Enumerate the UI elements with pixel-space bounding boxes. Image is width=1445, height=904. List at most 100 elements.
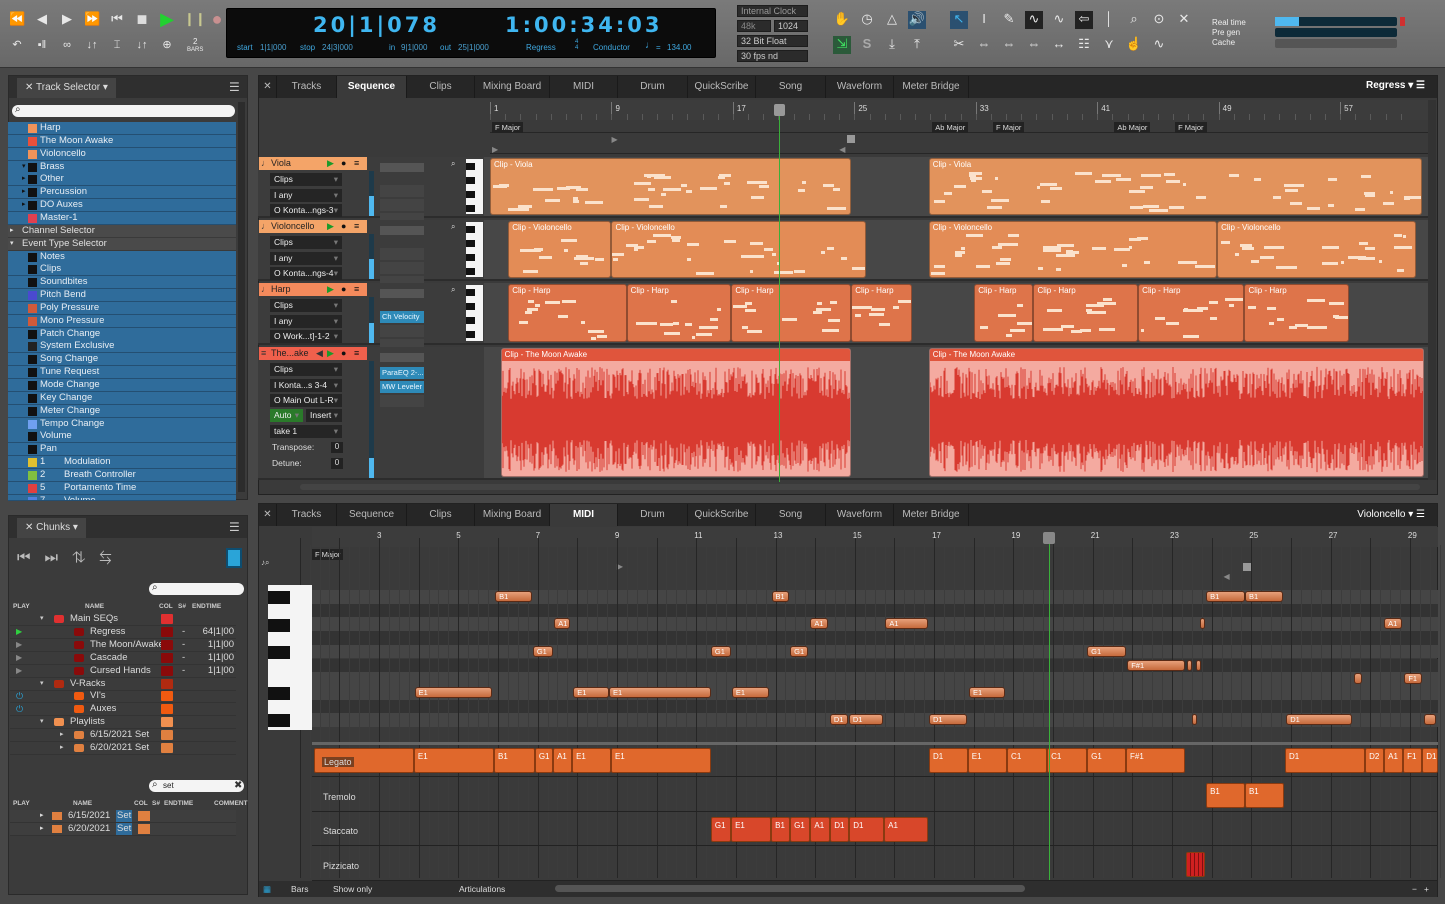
articulation-name[interactable]: Staccato bbox=[323, 826, 358, 836]
midi-note[interactable] bbox=[1199, 618, 1205, 630]
track-setting-menu[interactable]: I any bbox=[270, 314, 342, 328]
tempo-value[interactable]: 134.00 bbox=[667, 43, 691, 52]
track-menu-icon[interactable]: ≡ bbox=[354, 220, 359, 233]
clip[interactable]: Clip - Viola bbox=[490, 158, 852, 215]
midi-note[interactable]: A1 bbox=[885, 618, 929, 630]
empty-plugin-slot[interactable] bbox=[380, 185, 424, 197]
keyswitch-block[interactable]: A1 bbox=[810, 817, 831, 842]
power-icon[interactable]: ⏻ bbox=[16, 703, 23, 715]
tab-tracks[interactable]: Tracks bbox=[277, 504, 337, 526]
track-setting-menu[interactable]: O Main Out L-R bbox=[270, 394, 342, 407]
tab-midi[interactable]: MIDI bbox=[550, 504, 618, 526]
tab-clips[interactable]: Clips bbox=[407, 76, 475, 98]
track-setting-menu[interactable]: O Work...t]-1-2 bbox=[270, 330, 342, 343]
column-header[interactable]: ENDTIME bbox=[192, 603, 221, 610]
tab-waveform[interactable]: Waveform bbox=[826, 76, 894, 98]
lane-menu[interactable]: Articulations bbox=[459, 881, 505, 897]
midi-note[interactable]: A1 bbox=[1384, 618, 1402, 630]
empty-plugin-slot[interactable] bbox=[380, 395, 424, 407]
punch-icon[interactable]: ⌶ bbox=[109, 37, 125, 53]
metronome-icon[interactable]: △ bbox=[883, 11, 901, 29]
clock-icon[interactable]: ◷ bbox=[858, 11, 876, 29]
chunk-row[interactable]: ⏻ VI's bbox=[10, 690, 236, 704]
keyswitch-block[interactable]: F#1 bbox=[1126, 748, 1186, 773]
track-item[interactable]: Harp bbox=[8, 122, 236, 135]
chunk-row[interactable]: ⏻ Auxes bbox=[10, 703, 236, 717]
midi-note[interactable]: F1 bbox=[1404, 673, 1422, 685]
midi-note[interactable]: E1 bbox=[573, 686, 609, 698]
loop-icon[interactable]: ∞ bbox=[59, 37, 75, 53]
tab-midi[interactable]: MIDI bbox=[550, 76, 618, 98]
track-setting-menu[interactable]: O Konta...ngs-3 bbox=[270, 204, 342, 217]
piano-keyboard[interactable] bbox=[466, 285, 483, 341]
return-to-start-icon[interactable]: ⏮ bbox=[109, 11, 125, 27]
keyswitch-block[interactable]: B1 bbox=[1206, 783, 1245, 808]
playhead-handle[interactable] bbox=[1043, 532, 1056, 544]
event-type-item[interactable]: Mode Change bbox=[8, 379, 236, 392]
event-type-item[interactable]: Meter Change bbox=[8, 404, 236, 418]
empty-plugin-slot[interactable] bbox=[380, 199, 424, 211]
sample-rate[interactable]: 48k bbox=[737, 20, 771, 32]
event-type-item[interactable]: Notes bbox=[8, 250, 236, 264]
close-icon[interactable]: ✕ bbox=[25, 522, 33, 533]
midi-note[interactable]: G1 bbox=[710, 645, 732, 657]
close-icon[interactable]: ✕ bbox=[25, 82, 33, 93]
keyswitch-block[interactable]: E1 bbox=[572, 748, 611, 773]
keyswitch-block[interactable]: D1 bbox=[1285, 748, 1366, 773]
track-setting-menu[interactable]: I Konta...s 3-4 bbox=[270, 378, 342, 392]
memory-end-icon[interactable] bbox=[1243, 563, 1252, 571]
channel-selector-header[interactable]: ▸ Channel Selector bbox=[8, 224, 236, 238]
chain-loop-icon[interactable]: ⇆ bbox=[100, 549, 126, 566]
hand-tool-icon[interactable]: ☝ bbox=[1125, 36, 1143, 54]
disclosure-icon[interactable]: ▾ bbox=[10, 238, 14, 250]
keyswitch-block[interactable]: G1 bbox=[710, 817, 732, 842]
keyswitch-block[interactable]: D1 bbox=[830, 817, 850, 842]
column-header[interactable]: ENDTIME bbox=[164, 800, 193, 807]
chunk-color[interactable] bbox=[161, 678, 173, 689]
track-menu[interactable]: Violoncello ▾ ☰ bbox=[1357, 509, 1425, 520]
piano-keyboard[interactable] bbox=[466, 222, 483, 277]
keyswitch-block[interactable]: B1 bbox=[771, 817, 791, 842]
event-type-item[interactable]: Tune Request bbox=[8, 366, 236, 380]
chunk-search-result[interactable]: ▸ 6/20/2021 Set bbox=[10, 822, 236, 836]
clip[interactable]: Clip - Harp bbox=[1244, 284, 1350, 342]
track-name[interactable]: ♩ Viola ▶ ● ≡ bbox=[259, 157, 367, 170]
prev-chunk-icon[interactable]: ⏮ bbox=[17, 549, 45, 566]
midi-note[interactable] bbox=[1186, 659, 1192, 671]
column-header[interactable]: COMMENT bbox=[214, 800, 248, 807]
column-header[interactable]: COL bbox=[134, 800, 148, 807]
chunk-color[interactable] bbox=[161, 717, 173, 728]
track-menu-icon[interactable]: ≡ bbox=[354, 283, 359, 296]
memory-start-icon[interactable]: ▶ bbox=[611, 135, 617, 144]
midi-note[interactable]: G1 bbox=[1087, 645, 1126, 657]
tab-drum[interactable]: Drum bbox=[618, 76, 688, 98]
chunk-color[interactable] bbox=[138, 823, 150, 834]
undo-icon[interactable]: ↶ bbox=[9, 37, 25, 53]
midi-note[interactable]: D1 bbox=[848, 714, 883, 726]
meter[interactable]: 44 bbox=[575, 39, 578, 51]
horizontal-scrollbar[interactable] bbox=[300, 484, 1420, 490]
track-setting-menu[interactable]: I any bbox=[270, 188, 342, 202]
track-setting-menu[interactable]: Clips bbox=[270, 173, 342, 186]
disclosure-icon[interactable]: ▸ bbox=[10, 225, 14, 237]
horizontal-scrollbar[interactable] bbox=[555, 885, 1025, 892]
keyswitch-block[interactable]: F1 bbox=[1403, 748, 1423, 773]
tab-quickscribe[interactable]: QuickScribe bbox=[688, 504, 756, 526]
keyswitch-block[interactable]: A1 bbox=[1384, 748, 1404, 773]
chain-icon[interactable]: ⇅ bbox=[72, 549, 100, 566]
event-type-item[interactable]: System Exclusive bbox=[8, 340, 236, 354]
close-editor-icon[interactable]: ✕ bbox=[259, 504, 277, 526]
track-menu-icon[interactable]: ≡ bbox=[354, 347, 359, 360]
power-icon[interactable]: ⏻ bbox=[16, 690, 23, 702]
chunk-row[interactable]: ▶ Cursed Hands - 1|1|00 bbox=[10, 665, 236, 678]
zoom-out-icon[interactable]: − bbox=[1412, 881, 1417, 897]
split-icon[interactable]: ⇔ bbox=[975, 36, 993, 54]
midi-note[interactable]: B1 bbox=[495, 591, 533, 602]
in-value[interactable]: 9|1|000 bbox=[401, 43, 427, 52]
event-type-item[interactable]: 2 Breath Controller bbox=[8, 468, 236, 482]
clip[interactable]: Clip - Harp bbox=[508, 284, 627, 342]
midi-note[interactable]: E1 bbox=[608, 686, 711, 698]
track-menu-icon[interactable]: ≡ bbox=[354, 157, 359, 170]
chunk-color[interactable] bbox=[161, 626, 173, 637]
track-setting-menu[interactable]: I any bbox=[270, 251, 342, 265]
